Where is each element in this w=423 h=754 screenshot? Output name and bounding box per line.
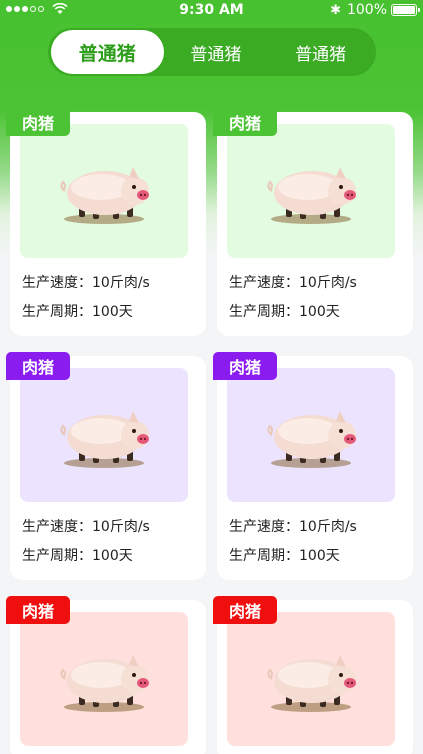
pig-card[interactable]: 肉猪 生产速度：10斤肉/s 生产周期：100天 — [213, 352, 413, 580]
period-value: 100天 — [92, 548, 133, 564]
speed-label: 生产速度： — [229, 275, 299, 291]
speed-row: 生产速度：10斤肉/s — [229, 516, 357, 536]
speed-value: 10斤肉/s — [299, 519, 357, 535]
speed-label: 生产速度： — [22, 275, 92, 291]
period-row: 生产周期：100天 — [229, 545, 340, 565]
pig-type-tag: 肉猪 — [213, 596, 278, 624]
pig-type-tag: 肉猪 — [6, 596, 71, 624]
period-value: 100天 — [299, 304, 340, 320]
pig-image — [60, 167, 149, 224]
pig-type-tag: 肉猪 — [6, 108, 71, 136]
pig-image — [60, 655, 149, 712]
pig-type-tag: 肉猪 — [213, 352, 278, 380]
period-label: 生产周期： — [229, 304, 299, 320]
pig-image — [267, 411, 356, 468]
pig-image — [267, 167, 356, 224]
pig-image — [267, 655, 356, 712]
speed-row: 生产速度：10斤肉/s — [22, 516, 150, 536]
period-value: 100天 — [92, 304, 133, 320]
period-row: 生产周期：100天 — [229, 301, 340, 321]
period-label: 生产周期： — [22, 304, 92, 320]
pig-image — [60, 411, 149, 468]
speed-label: 生产速度： — [22, 519, 92, 535]
period-value: 100天 — [299, 548, 340, 564]
pig-image-box — [20, 124, 188, 258]
pig-card[interactable]: 肉猪 生产速度：10斤肉/s 生产周期：100天 — [6, 108, 206, 336]
period-label: 生产周期： — [22, 548, 92, 564]
pig-type-tag: 肉猪 — [213, 108, 278, 136]
period-row: 生产周期：100天 — [22, 301, 133, 321]
pig-image-box — [20, 368, 188, 502]
period-row: 生产周期：100天 — [22, 545, 133, 565]
speed-row: 生产速度：10斤肉/s — [229, 272, 357, 292]
pig-card[interactable]: 肉猪 — [6, 596, 206, 754]
pig-card[interactable]: 肉猪 生产速度：10斤肉/s 生产周期：100天 — [213, 108, 413, 336]
speed-value: 10斤肉/s — [299, 275, 357, 291]
speed-row: 生产速度：10斤肉/s — [22, 272, 150, 292]
period-label: 生产周期： — [229, 548, 299, 564]
speed-label: 生产速度： — [229, 519, 299, 535]
pig-card[interactable]: 肉猪 — [213, 596, 413, 754]
pig-image-box — [227, 368, 395, 502]
speed-value: 10斤肉/s — [92, 519, 150, 535]
pig-image-box — [227, 612, 395, 746]
pig-card[interactable]: 肉猪 生产速度：10斤肉/s 生产周期：100天 — [6, 352, 206, 580]
pig-card-grid: 肉猪 生产速度：10斤肉/s 生产周期：100天 肉猪 生产速度：10斤肉/s 生产周期… — [0, 0, 423, 754]
pig-image-box — [227, 124, 395, 258]
pig-image-box — [20, 612, 188, 746]
pig-type-tag: 肉猪 — [6, 352, 71, 380]
speed-value: 10斤肉/s — [92, 275, 150, 291]
